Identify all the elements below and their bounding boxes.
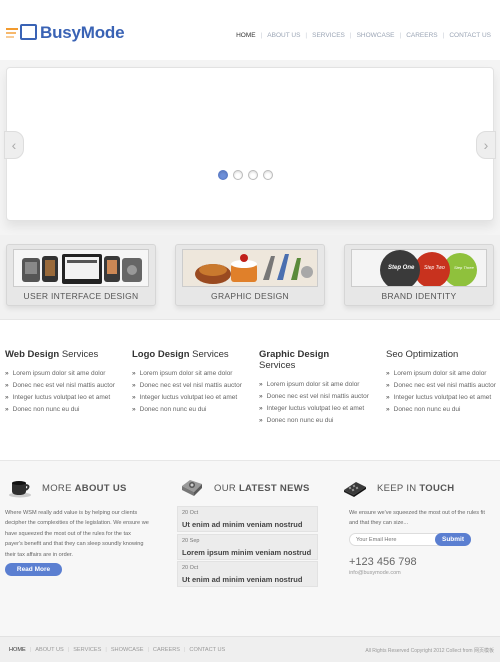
slider-dot[interactable] [248, 170, 258, 180]
slider-next-arrow-icon[interactable]: › [476, 131, 496, 159]
nav-about-us[interactable]: ABOUT US [262, 32, 305, 39]
slider-prev-arrow-icon[interactable]: ‹ [4, 131, 24, 159]
feature-ui-design[interactable]: USER INTERFACE DESIGN [6, 244, 156, 306]
logo[interactable]: BusyMode [6, 22, 125, 44]
feature-caption: USER INTERFACE DESIGN [23, 291, 139, 301]
service-item[interactable]: Integer luctus volutpat leo et amet [386, 392, 500, 404]
service-title[interactable]: Web Design Services [5, 349, 123, 360]
news-date: 20 Oct [182, 565, 199, 571]
service-item[interactable]: Donec nec est vel nisl mattis auctor [132, 380, 250, 392]
brand-identity-thumbnail: Step One Step Two Step Three [351, 249, 487, 287]
submit-button[interactable]: Submit [435, 533, 471, 546]
logo-text: BusyMode [40, 23, 125, 42]
phone-icon [343, 478, 367, 498]
step-two-label: Step Two [424, 265, 445, 271]
slider-pagination [218, 170, 273, 180]
email-input[interactable] [356, 534, 436, 545]
feature-brand-identity[interactable]: Step One Step Two Step Three BRAND IDENT… [344, 244, 494, 306]
service-item[interactable]: Lorem ipsum dolor sit ame dolor [132, 368, 250, 380]
read-more-button[interactable]: Read More [5, 563, 62, 576]
nav-home[interactable]: HOME [231, 32, 261, 39]
footer-nav-showcase[interactable]: SHOWCASE [107, 647, 148, 653]
service-item[interactable]: Donec non nunc eu dui [259, 415, 359, 427]
logo-icon [6, 22, 38, 44]
service-item[interactable]: Donec non nunc eu dui [132, 404, 250, 416]
hero-slider [6, 67, 494, 221]
service-title[interactable]: Graphic Design Services [259, 349, 359, 371]
slider-dot[interactable] [233, 170, 243, 180]
footer-nav-services[interactable]: SERVICES [69, 647, 105, 653]
feature-graphic-design[interactable]: GRAPHIC DESIGN [175, 244, 325, 306]
service-item[interactable]: Lorem ipsum dolor sit ame dolor [259, 379, 360, 391]
main-nav: HOME | ABOUT US | SERVICES | SHOWCASE | … [231, 32, 496, 39]
feature-caption: GRAPHIC DESIGN [211, 291, 289, 301]
service-item[interactable]: Donec non nunc eu dui [5, 404, 123, 416]
copyright-text: All Rights Reserved Copyright 2012 Colle… [365, 648, 494, 654]
service-item[interactable]: Lorem ipsum dolor sit ame dolor [386, 368, 500, 380]
news-item[interactable]: 20 Oct Ut enim ad minim veniam nostrud [177, 561, 318, 587]
slider-dot[interactable] [263, 170, 273, 180]
coffee-cup-icon [8, 478, 32, 498]
service-item[interactable]: Donec non nunc eu dui [386, 404, 500, 416]
contact-email[interactable]: info@busymode.com [349, 570, 401, 576]
footer-nav-home[interactable]: HOME [9, 647, 30, 653]
news-item[interactable]: 20 Sep Lorem ipsum minim veniam nostrud [177, 534, 318, 560]
about-heading: MORE ABOUT US [8, 478, 127, 498]
touch-text: We ensure we've squeezed the most out of… [349, 510, 485, 526]
service-item[interactable]: Donec nec est vel nisl mattis auctor [386, 380, 500, 392]
news-title[interactable]: Ut enim ad minim veniam nostrud [182, 575, 302, 584]
step-three-label: Step Three [454, 265, 475, 270]
camera-icon [180, 478, 204, 498]
service-logo-design: Logo Design Services Lorem ipsum dolor s… [132, 349, 250, 416]
header: BusyMode HOME | ABOUT US | SERVICES | SH… [0, 0, 500, 60]
news-date: 20 Sep [182, 538, 200, 544]
touch-heading: KEEP IN TOUCH [343, 478, 454, 498]
service-web-design: Web Design Services Lorem ipsum dolor si… [5, 349, 123, 416]
news-title[interactable]: Ut enim ad minim veniam nostrud [182, 520, 302, 529]
news-date: 20 Oct [182, 510, 199, 516]
graphic-design-thumbnail [182, 249, 318, 287]
footer-nav-contact-us[interactable]: CONTACT US [185, 647, 229, 653]
newsletter-form: Submit [349, 533, 471, 546]
news-item[interactable]: 20 Oct Ut enim ad minim veniam nostrud [177, 506, 318, 532]
footer-nav-careers[interactable]: CAREERS [149, 647, 184, 653]
service-graphic-design: Graphic Design Services Lorem ipsum dolo… [259, 349, 369, 427]
step-one-label: Step One [388, 265, 415, 271]
service-title[interactable]: Logo Design Services [132, 349, 250, 360]
ui-design-thumbnail [13, 249, 149, 287]
service-title[interactable]: Seo Optimization [386, 349, 500, 360]
feature-caption: BRAND IDENTITY [381, 291, 457, 301]
footer-nav: HOME | ABOUT US | SERVICES | SHOWCASE | … [9, 647, 229, 653]
service-item[interactable]: Donec nec est vel nisl mattis auctor [5, 380, 123, 392]
footer: HOME | ABOUT US | SERVICES | SHOWCASE | … [0, 636, 500, 662]
nav-showcase[interactable]: SHOWCASE [352, 32, 400, 39]
service-item[interactable]: Integer luctus volutpat leo et amet [5, 392, 123, 404]
news-title[interactable]: Lorem ipsum minim veniam nostrud [182, 548, 311, 557]
about-text: Where WSM really add value is by helping… [5, 510, 149, 558]
service-item[interactable]: Integer luctus volutpat leo et amet [259, 403, 365, 415]
nav-careers[interactable]: CAREERS [401, 32, 442, 39]
service-item[interactable]: Donec nec est vel nisl mattis auctor [259, 391, 369, 403]
footer-nav-about-us[interactable]: ABOUT US [31, 647, 68, 653]
service-item[interactable]: Lorem ipsum dolor sit ame dolor [5, 368, 123, 380]
nav-services[interactable]: SERVICES [307, 32, 350, 39]
nav-contact-us[interactable]: CONTACT US [444, 32, 496, 39]
slider-dot[interactable] [218, 170, 228, 180]
service-item[interactable]: Integer luctus volutpat leo et amet [132, 392, 250, 404]
phone-number: +123 456 798 [349, 556, 417, 568]
service-seo-optimization: Seo Optimization Lorem ipsum dolor sit a… [386, 349, 500, 416]
news-heading: OUR LATEST NEWS [180, 478, 310, 498]
